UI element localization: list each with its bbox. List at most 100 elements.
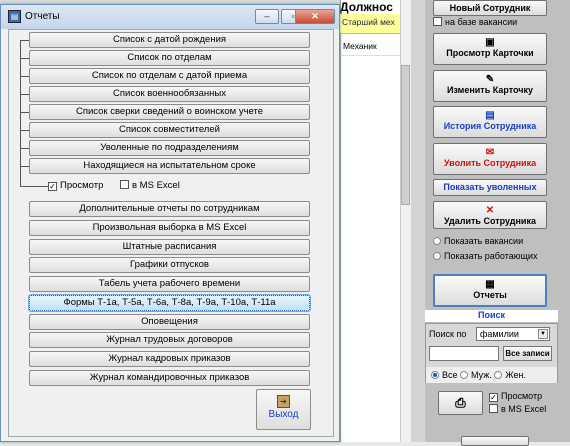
rp-msexcel-checkbox-row[interactable]: в MS Excel (489, 404, 546, 414)
bottom-button[interactable] (461, 436, 529, 446)
report-probation-button[interactable]: Находящиеся на испытательном сроке (29, 158, 310, 174)
exit-label: Выход (268, 409, 299, 420)
tree-branch (20, 40, 29, 41)
table-title: Должнос (340, 0, 393, 14)
additional-reports-button[interactable]: Дополнительные отчеты по сотрудникам (29, 201, 310, 217)
reports-label: Отчеты (473, 290, 507, 300)
fire-employee-button[interactable]: ✉ Уволить Сотрудника (433, 143, 547, 175)
dialog-body: Список с датой рождения Список по отдела… (8, 29, 334, 437)
vacancy-checkbox-row[interactable]: на базе вакансии (433, 17, 517, 27)
table-header-cell[interactable]: Старший мех (340, 14, 400, 34)
splitter (411, 0, 425, 442)
notifications-button[interactable]: Оповещения (29, 314, 310, 330)
hr-orders-journal-button[interactable]: Журнал кадровых приказов (29, 351, 310, 367)
view-card-button[interactable]: ▣ Просмотр Карточки (433, 33, 547, 65)
delete-icon: ✕ (485, 205, 495, 216)
search-panel: Поиск по фамилии ▼ Все записи Все Муж. Же… (425, 323, 558, 383)
table-icon: ▦ (485, 279, 495, 290)
new-employee-button[interactable]: Новый Сотрудник (433, 0, 547, 16)
rp-msexcel-checkbox[interactable] (489, 404, 498, 413)
dialog-titlebar[interactable]: ▤ Отчеты – ▫ ✕ (1, 5, 339, 29)
show-vacancies-radio-row[interactable]: Показать вакансии (433, 236, 523, 246)
report-by-department-button[interactable]: Список по отделам (29, 50, 310, 66)
msexcel-checkbox-label: в MS Excel (132, 180, 180, 191)
female-label: Жен. (505, 370, 526, 380)
tree-branch (20, 112, 29, 113)
vacation-schedules-button[interactable]: Графики отпусков (29, 257, 310, 273)
tree-branch (20, 186, 48, 187)
delete-employee-label: Удалить Сотрудника (444, 216, 536, 226)
tree-branch (20, 76, 29, 77)
show-working-label: Показать работающих (444, 251, 538, 261)
preview-checkbox[interactable]: ✓ (48, 182, 57, 191)
rp-msexcel-label: в MS Excel (501, 404, 547, 414)
report-birthdate-list-button[interactable]: Список с датой рождения (29, 32, 310, 48)
show-working-radio[interactable] (433, 252, 441, 260)
exit-door-icon: ➔ (277, 395, 290, 408)
search-field-select[interactable]: фамилии ▼ (476, 327, 550, 341)
t-forms-button[interactable]: Формы Т-1а, Т-5а, Т-6а, Т-8а, Т-9а, Т-10… (28, 294, 311, 312)
report-department-hire-date-button[interactable]: Список по отделам с датой приема (29, 68, 310, 84)
show-working-radio-row[interactable]: Показать работающих (433, 251, 537, 261)
fire-employee-label: Уволить Сотрудника (443, 158, 537, 168)
report-fired-by-division-button[interactable]: Уволенные по подразделениям (29, 140, 310, 156)
employee-history-label: История Сотрудника (443, 121, 537, 131)
minimize-icon[interactable]: – (255, 9, 279, 24)
reports-dialog: ▤ Отчеты – ▫ ✕ Список с датой рождения С… (0, 4, 340, 442)
fire-icon: ✉ (485, 147, 495, 158)
edit-card-label: Изменить Карточку (446, 85, 534, 95)
edit-card-button[interactable]: ✎ Изменить Карточку (433, 70, 547, 102)
male-radio[interactable] (460, 371, 469, 379)
male-label: Муж. (471, 370, 492, 380)
reports-button[interactable]: ▦ Отчеты (433, 274, 547, 307)
printer-icon: ⎙ (455, 395, 466, 410)
report-military-reconciliation-button[interactable]: Список сверки сведений о воинском учете (29, 104, 310, 120)
dialog-title: Отчеты (25, 11, 60, 22)
msexcel-checkbox-row[interactable]: в MS Excel (120, 180, 180, 191)
show-vacancies-label: Показать вакансии (444, 236, 524, 246)
tree-branch (20, 94, 29, 95)
tree-branch (20, 130, 29, 131)
tree-branch (20, 166, 29, 167)
card-icon: ▣ (485, 37, 495, 48)
labor-contracts-journal-button[interactable]: Журнал трудовых договоров (29, 332, 310, 348)
edit-card-icon: ✎ (485, 74, 495, 85)
chevron-down-icon[interactable]: ▼ (538, 329, 548, 339)
search-input[interactable] (429, 346, 499, 361)
show-vacancies-radio[interactable] (433, 237, 441, 245)
tree-line (20, 40, 21, 186)
scrollbar-thumb[interactable] (401, 65, 410, 205)
show-fired-button[interactable]: Показать уволенных (433, 179, 547, 196)
tree-branch (20, 58, 29, 59)
staff-schedules-button[interactable]: Штатные расписания (29, 239, 310, 255)
business-trip-orders-journal-button[interactable]: Журнал командировочных приказов (29, 370, 310, 386)
rp-preview-label: Просмотр (501, 391, 543, 401)
all-radio[interactable] (431, 371, 439, 379)
print-button[interactable]: ⎙ (438, 391, 483, 415)
close-icon[interactable]: ✕ (295, 9, 335, 24)
timesheet-button[interactable]: Табель учета рабочего времени (29, 276, 310, 292)
search-title: Поиск (425, 310, 558, 322)
excel-custom-selection-button[interactable]: Произвольная выборка в MS Excel (29, 220, 310, 236)
right-panel: Новый Сотрудник на базе вакансии ▣ Просмо… (425, 0, 570, 446)
exit-button[interactable]: ➔ Выход (256, 389, 311, 430)
history-book-icon: ▤ (485, 110, 495, 121)
vacancy-checkbox[interactable] (433, 17, 442, 26)
rp-preview-checkbox-row[interactable]: ✓ Просмотр (489, 391, 542, 402)
msexcel-checkbox[interactable] (120, 180, 129, 189)
delete-employee-button[interactable]: ✕ Удалить Сотрудника (433, 201, 547, 229)
employee-history-button[interactable]: ▤ История Сотрудника (433, 106, 547, 138)
all-records-button[interactable]: Все записи (503, 346, 552, 361)
gender-filter: Все Муж. Жен. (426, 367, 557, 383)
preview-checkbox-row[interactable]: ✓ Просмотр (48, 180, 103, 191)
employee-table (340, 0, 400, 442)
rp-preview-checkbox[interactable]: ✓ (489, 393, 498, 402)
report-military-list-button[interactable]: Список военнообязанных (29, 86, 310, 102)
search-by-label: Поиск по (429, 329, 467, 339)
table-cell[interactable]: Механик (340, 38, 400, 56)
vacancy-checkbox-label: на базе вакансии (445, 17, 518, 27)
female-radio[interactable] (494, 371, 503, 379)
view-card-label: Просмотр Карточки (446, 48, 534, 58)
report-part-timers-button[interactable]: Список совместителей (29, 122, 310, 138)
tree-branch (20, 148, 29, 149)
